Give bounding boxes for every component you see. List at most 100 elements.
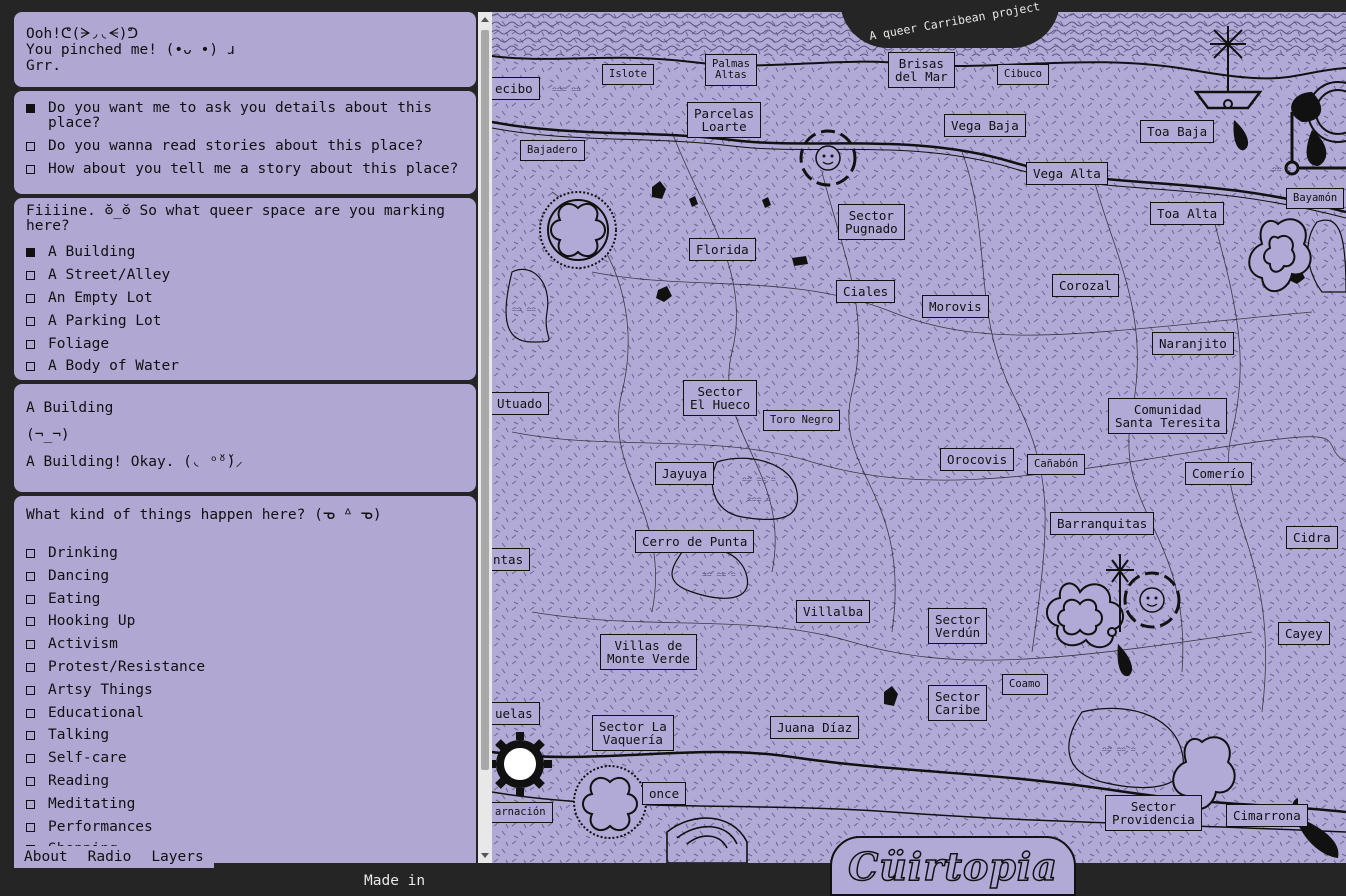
scroll-down-icon[interactable] [481,853,489,858]
tagline-text: A queer Carribean project [868,0,1041,43]
panel-scrollbar[interactable] [478,12,492,863]
place-label[interactable]: Brisas del Mar [888,52,955,88]
space-option[interactable]: A Building [26,245,135,260]
place-label[interactable]: uelas [492,702,540,725]
place-label[interactable]: Islote [602,64,654,85]
place-label[interactable]: Villalba [796,600,871,623]
place-label[interactable]: Villas de Monte Verde [600,634,697,670]
place-label[interactable]: ntas [492,548,531,571]
space-option[interactable]: A Street/Alley [26,268,170,283]
space-option[interactable]: Foliage [26,337,109,352]
place-label[interactable]: Bajadero [520,140,585,161]
checkbox-checked[interactable] [26,248,35,257]
checkbox[interactable] [26,594,35,604]
space-option[interactable]: An Empty Lot [26,291,153,306]
intent-option-details[interactable]: Do you want me to ask you details about … [26,101,432,131]
activity-option[interactable]: Hooking Up [26,614,135,629]
place-label[interactable]: Vega Baja [944,114,1026,137]
checkbox[interactable] [26,362,35,371]
activity-option[interactable]: Performances [26,819,153,835]
place-label[interactable]: Jayuya [655,462,715,485]
checkbox[interactable] [26,731,35,741]
checkbox[interactable] [26,142,35,151]
checkbox[interactable] [26,571,35,581]
activity-option[interactable]: Activism [26,637,118,652]
svg-text:≏≏ ≏≏ ≏: ≏≏ ≏≏ ≏ [1102,745,1136,754]
checkbox[interactable] [26,165,35,174]
checkbox[interactable] [26,617,35,627]
place-label[interactable]: Juana Díaz [770,716,860,739]
place-label[interactable]: Cerro de Punta [635,530,755,553]
checkbox[interactable] [26,799,35,809]
flower-marker-icon[interactable] [539,191,617,269]
place-label[interactable]: Cañabón [1027,454,1086,475]
checkbox[interactable] [26,822,35,832]
tab-layers[interactable]: Layers [141,846,213,868]
place-label[interactable]: Ciales [836,280,896,303]
place-label[interactable]: Sector La Vaquería [592,715,674,751]
brand-logo[interactable]: Cüirtopia [830,836,1076,896]
scroll-up-icon[interactable] [481,17,489,22]
place-label[interactable]: ecibo [492,77,540,100]
checkbox[interactable] [26,663,35,672]
place-label[interactable]: Cayey [1278,622,1330,645]
place-label[interactable]: Orocovis [940,448,1015,471]
activity-option[interactable]: Educational [26,705,144,721]
place-label[interactable]: Bayamón [1286,188,1345,209]
checkbox-checked[interactable] [26,104,35,113]
checkbox[interactable] [26,685,35,695]
space-option[interactable]: A Parking Lot [26,314,162,329]
checkbox[interactable] [26,549,35,558]
place-label[interactable]: Cibuco [997,64,1049,85]
checkbox[interactable] [26,640,35,650]
place-label[interactable]: Comerío [1185,462,1252,485]
space-option[interactable]: A Body of Water [26,359,179,374]
place-label[interactable]: Toa Baja [1140,120,1215,143]
place-label[interactable]: arnación [492,802,553,823]
place-label[interactable]: Toro Negro [763,410,841,431]
activity-option[interactable]: Eating [26,591,100,607]
place-label[interactable]: Parcelas Loarte [687,102,762,138]
map-canvas[interactable]: ≏≏≏ ≏≏ ≏≏ ≏≏ ≏ ≏≏≏ ≏ ≏≏ ≏≏ ≏≏ ≏≏ ≏ ≏≏ ≏≏… [492,12,1346,863]
checkbox[interactable] [26,271,35,280]
place-label[interactable]: Corozal [1052,274,1119,297]
checkbox[interactable] [26,340,35,349]
tab-radio[interactable]: Radio [78,846,142,868]
flower-marker-icon[interactable] [573,765,647,839]
place-label[interactable]: Sector Providencia [1105,795,1202,831]
place-label[interactable]: Cidra [1286,526,1338,549]
activity-option[interactable]: Meditating [26,796,135,812]
place-label[interactable]: Sector El Hueco [683,380,758,416]
scroll-thumb[interactable] [481,30,489,770]
place-label[interactable]: Palmas Altas [705,54,757,86]
place-label[interactable]: Toa Alta [1150,202,1225,225]
place-label[interactable]: Utuado [492,392,550,415]
checkbox[interactable] [26,777,35,786]
place-label[interactable]: Florida [689,238,756,261]
checkbox[interactable] [26,294,35,303]
activity-option[interactable]: Dancing [26,568,109,584]
place-label[interactable]: Coamo [1002,674,1048,695]
place-label[interactable]: Sector Pugnado [838,204,905,240]
activity-option[interactable]: Drinking [26,546,118,561]
intent-option-read-stories[interactable]: Do you wanna read stories about this pla… [26,139,423,154]
place-label[interactable]: Naranjito [1152,332,1234,355]
tab-about[interactable]: About [14,846,78,868]
checkbox[interactable] [26,754,35,764]
place-label[interactable]: Sector Verdún [928,608,988,644]
activity-option[interactable]: Talking [26,728,109,743]
place-label[interactable]: Vega Alta [1026,162,1108,185]
checkbox[interactable] [26,317,35,326]
activity-option[interactable]: Reading [26,774,109,789]
place-label[interactable]: Sector Caribe [928,685,988,721]
activity-option[interactable]: Protest/Resistance [26,660,205,675]
place-label[interactable]: Morovis [922,295,989,318]
checkbox[interactable] [26,708,35,718]
intent-option-tell-story[interactable]: How about you tell me a story about this… [26,162,458,177]
activity-option[interactable]: Artsy Things [26,682,153,698]
activity-option[interactable]: Self-care [26,751,127,766]
place-label[interactable]: Cimarrona [1226,804,1308,827]
place-label[interactable]: Barranquitas [1050,512,1155,535]
place-label[interactable]: once [642,782,687,805]
place-label[interactable]: Comunidad Santa Teresita [1108,398,1228,434]
